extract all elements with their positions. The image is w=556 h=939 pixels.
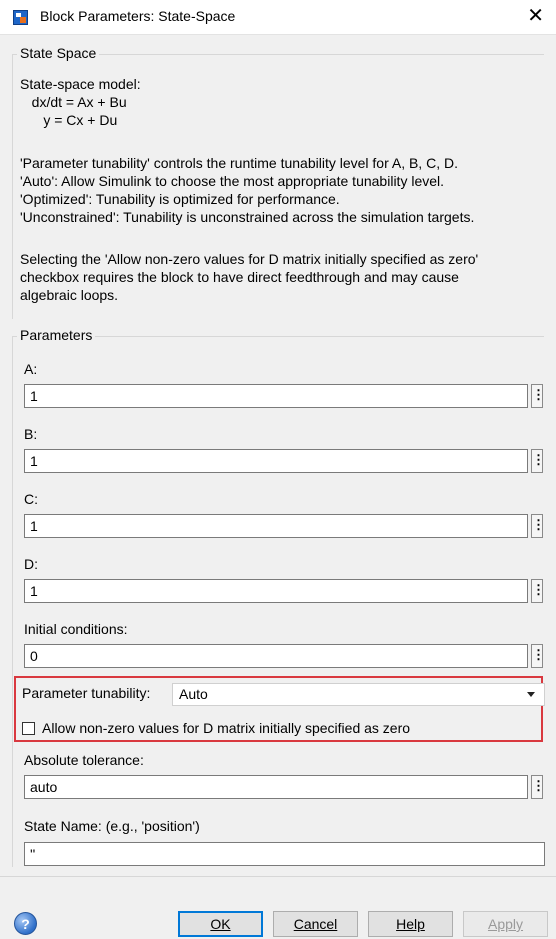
- title-bar: Block Parameters: State-Space ✕: [0, 0, 556, 35]
- description-line: 'Auto': Allow Simulink to choose the mos…: [20, 173, 445, 189]
- help-button[interactable]: Help: [368, 911, 453, 937]
- allow-nonzero-d-label: Allow non-zero values for D matrix initi…: [42, 720, 411, 736]
- description-line: 'Optimized': Tunability is optimized for…: [20, 191, 340, 207]
- state-space-group-label: State Space: [17, 45, 100, 61]
- apply-button[interactable]: Apply: [463, 911, 548, 937]
- simulink-block-icon: [13, 10, 28, 25]
- description-line: 'Unconstrained': Tunability is unconstra…: [20, 209, 475, 225]
- dropdown-arrow-icon: [527, 692, 535, 697]
- c-label: C:: [24, 491, 38, 507]
- d-input[interactable]: 1: [24, 579, 528, 603]
- parameter-tunability-label: Parameter tunability:: [22, 685, 151, 701]
- initial-conditions-more-button[interactable]: ⋮: [531, 644, 545, 668]
- initial-conditions-input[interactable]: 0: [24, 644, 528, 668]
- description-line: 'Parameter tunability' controls the runt…: [20, 155, 458, 171]
- parameter-tunability-dropdown[interactable]: Auto: [172, 683, 545, 706]
- c-input[interactable]: 1: [24, 514, 528, 538]
- d-label: D:: [24, 556, 38, 572]
- d-more-button[interactable]: ⋮: [531, 579, 545, 603]
- parameter-tunability-value: Auto: [179, 686, 208, 702]
- a-label: A:: [24, 361, 38, 377]
- absolute-tolerance-more-button[interactable]: ⋮: [531, 775, 545, 799]
- parameters-group-label: Parameters: [17, 327, 96, 343]
- b-more-button[interactable]: ⋮: [531, 449, 545, 473]
- absolute-tolerance-input[interactable]: auto: [24, 775, 528, 799]
- a-more-button[interactable]: ⋮: [531, 384, 545, 408]
- initial-conditions-label: Initial conditions:: [24, 621, 128, 637]
- allow-nonzero-d-checkbox[interactable]: [22, 722, 35, 735]
- state-name-input[interactable]: '': [24, 842, 545, 866]
- help-icon[interactable]: ?: [14, 912, 37, 935]
- b-input[interactable]: 1: [24, 449, 528, 473]
- b-label: B:: [24, 426, 38, 442]
- description-line: State-space model:: [20, 76, 141, 92]
- description-line: algebraic loops.: [20, 287, 119, 303]
- cancel-button-label: Cancel: [293, 916, 338, 932]
- ok-button[interactable]: OK: [178, 911, 263, 937]
- cancel-button[interactable]: Cancel: [273, 911, 358, 937]
- description-line: dx/dt = Ax + Bu: [20, 94, 127, 110]
- window-title: Block Parameters: State-Space: [40, 8, 236, 24]
- button-bar-divider: [0, 876, 556, 877]
- description-line: checkbox requires the block to have dire…: [20, 269, 459, 285]
- apply-button-label: Apply: [487, 916, 524, 932]
- a-input[interactable]: 1: [24, 384, 528, 408]
- description-line: y = Cx + Du: [20, 112, 118, 128]
- description-line: Selecting the 'Allow non-zero values for…: [20, 251, 479, 267]
- close-button[interactable]: ✕: [527, 4, 544, 28]
- ok-button-label: OK: [210, 916, 231, 932]
- absolute-tolerance-label: Absolute tolerance:: [24, 752, 144, 768]
- help-button-label: Help: [396, 916, 425, 932]
- c-more-button[interactable]: ⋮: [531, 514, 545, 538]
- state-name-label: State Name: (e.g., 'position'): [24, 818, 200, 834]
